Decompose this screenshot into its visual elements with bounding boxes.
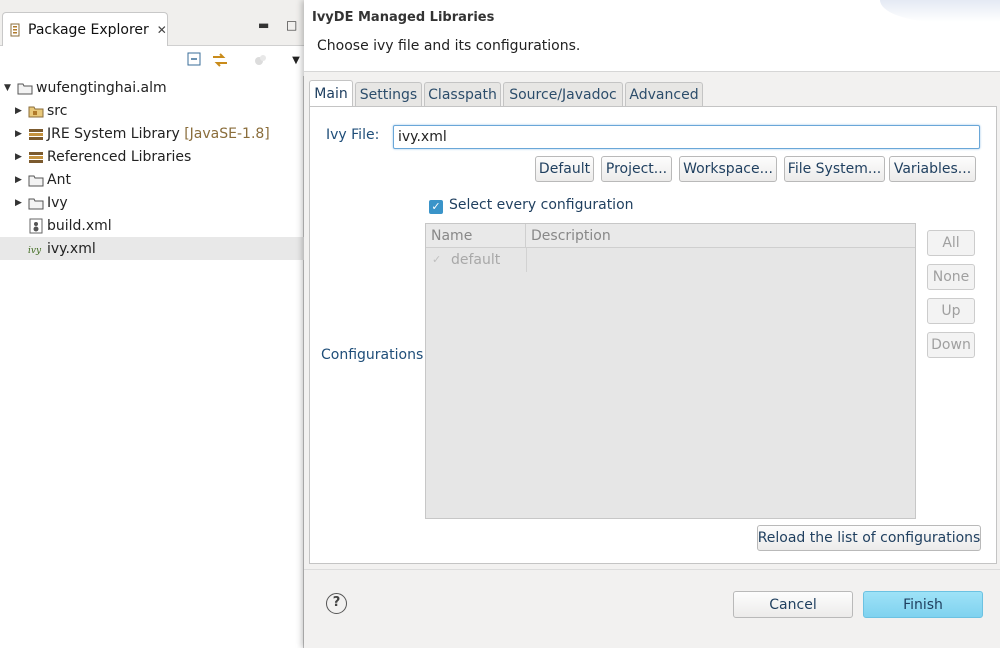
collapse-all-icon[interactable] — [185, 52, 203, 70]
tree-item-label: Ant — [47, 171, 71, 188]
dialog-header: IvyDE Managed Libraries Choose ivy file … — [304, 0, 1000, 72]
tree-item-referenced-libraries[interactable]: ▶ Referenced Libraries — [0, 145, 304, 168]
column-header-name[interactable]: Name — [426, 224, 526, 248]
library-icon — [28, 126, 44, 142]
project-tree: ▼ wufengtinghai.alm ▶ src ▶ JRE System L… — [0, 76, 304, 260]
tree-item-label-text: JRE System Library — [47, 125, 180, 142]
maximize-icon[interactable]: □ — [286, 18, 297, 32]
expand-arrow-icon[interactable]: ▶ — [15, 129, 25, 139]
tree-item-ant[interactable]: ▶ Ant — [0, 168, 304, 191]
select-every-configuration-label: Select every configuration — [449, 197, 634, 213]
table-row[interactable]: ✓ default — [426, 249, 915, 271]
tree-item-label: src — [47, 102, 68, 119]
help-icon[interactable]: ? — [326, 593, 347, 614]
row-name: default — [451, 252, 501, 268]
package-explorer-tab[interactable]: Package Explorer ✕ — [2, 12, 168, 46]
dialog-description: Choose ivy file and its configurations. — [317, 38, 581, 54]
dialog-title: IvyDE Managed Libraries — [312, 10, 495, 25]
tree-item-ivy[interactable]: ▶ Ivy — [0, 191, 304, 214]
tree-item-jre-system-library[interactable]: ▶ JRE System Library [JavaSE-1.8] — [0, 122, 304, 145]
svg-text:ivy: ivy — [28, 246, 42, 255]
package-folder-icon — [28, 103, 44, 119]
ivy-file-input[interactable] — [393, 125, 980, 149]
package-explorer-view: Package Explorer ✕ ▬ □ ▼ ▼ wufengtinghai… — [0, 0, 304, 648]
expand-arrow-icon[interactable]: ▶ — [15, 106, 25, 116]
all-button[interactable]: All — [927, 230, 975, 256]
ant-file-icon — [28, 218, 44, 234]
library-icon — [28, 149, 44, 165]
focus-icon[interactable] — [252, 52, 270, 70]
ivy-file-icon: ivy — [28, 241, 44, 257]
minimize-icon[interactable]: ▬ — [258, 18, 269, 32]
footer-separator — [304, 569, 1000, 570]
tree-item-decoration: [JavaSE-1.8] — [184, 125, 270, 142]
tab-settings[interactable]: Settings — [355, 82, 422, 106]
close-icon[interactable]: ✕ — [157, 23, 167, 37]
none-button[interactable]: None — [927, 264, 975, 290]
up-button[interactable]: Up — [927, 298, 975, 324]
explorer-toolbar: ▼ — [0, 46, 304, 76]
tree-item-label: build.xml — [47, 217, 112, 234]
expand-arrow-icon[interactable]: ▶ — [15, 175, 25, 185]
view-menu-chevron-down-icon[interactable]: ▼ — [287, 52, 305, 70]
ivyde-dialog: IvyDE Managed Libraries Choose ivy file … — [304, 0, 1000, 648]
package-explorer-title: Package Explorer — [28, 21, 149, 38]
cancel-button[interactable]: Cancel — [733, 591, 853, 618]
tab-source-javadoc[interactable]: Source/Javadoc — [503, 82, 623, 106]
tree-item-label: wufengtinghai.alm — [36, 79, 167, 96]
tree-item-build-xml[interactable]: build.xml — [0, 214, 304, 237]
variables-button[interactable]: Variables... — [889, 156, 976, 182]
tab-advanced[interactable]: Advanced — [625, 82, 703, 106]
file-system-button[interactable]: File System... — [784, 156, 885, 182]
configurations-table[interactable]: Name Description ✓ default — [425, 223, 916, 519]
down-button[interactable]: Down — [927, 332, 975, 358]
workspace-button[interactable]: Workspace... — [679, 156, 777, 182]
link-with-editor-icon[interactable] — [211, 52, 229, 70]
explorer-tab-bar: Package Explorer ✕ ▬ □ — [0, 0, 304, 46]
project-button[interactable]: Project... — [601, 156, 672, 182]
folder-icon — [28, 195, 44, 211]
tree-item-src[interactable]: ▶ src — [0, 99, 304, 122]
tree-item-ivy-xml[interactable]: ivy ivy.xml — [0, 237, 304, 260]
tree-item-label: Ivy — [47, 194, 68, 211]
default-button[interactable]: Default — [535, 156, 594, 182]
expand-arrow-icon[interactable]: ▶ — [15, 198, 25, 208]
tree-item-label: JRE System Library [JavaSE-1.8] — [47, 126, 270, 142]
tab-main[interactable]: Main — [309, 80, 353, 107]
header-banner-image — [880, 0, 1000, 22]
configurations-label: Configurations — [321, 347, 424, 363]
expand-arrow-icon[interactable]: ▶ — [15, 152, 25, 162]
ivy-file-label: Ivy File: — [326, 127, 380, 143]
folder-icon — [28, 172, 44, 188]
select-every-configuration-checkbox[interactable]: ✓ — [429, 200, 443, 214]
column-header-description[interactable]: Description — [526, 224, 915, 248]
tree-item-label: ivy.xml — [47, 240, 96, 257]
main-tab-panel: Ivy File: Default Project... Workspace..… — [309, 106, 997, 564]
finish-button[interactable]: Finish — [863, 591, 983, 618]
table-header: Name Description — [426, 224, 915, 248]
expand-arrow-icon[interactable]: ▼ — [4, 83, 14, 93]
tree-item-project[interactable]: ▼ wufengtinghai.alm — [0, 76, 304, 99]
reload-configurations-button[interactable]: Reload the list of configurations — [757, 525, 981, 551]
project-folder-icon — [17, 80, 33, 96]
tab-classpath[interactable]: Classpath — [424, 82, 501, 106]
tree-item-label: Referenced Libraries — [47, 148, 192, 165]
package-explorer-icon — [9, 23, 23, 37]
row-checkbox-icon: ✓ — [432, 253, 442, 266]
